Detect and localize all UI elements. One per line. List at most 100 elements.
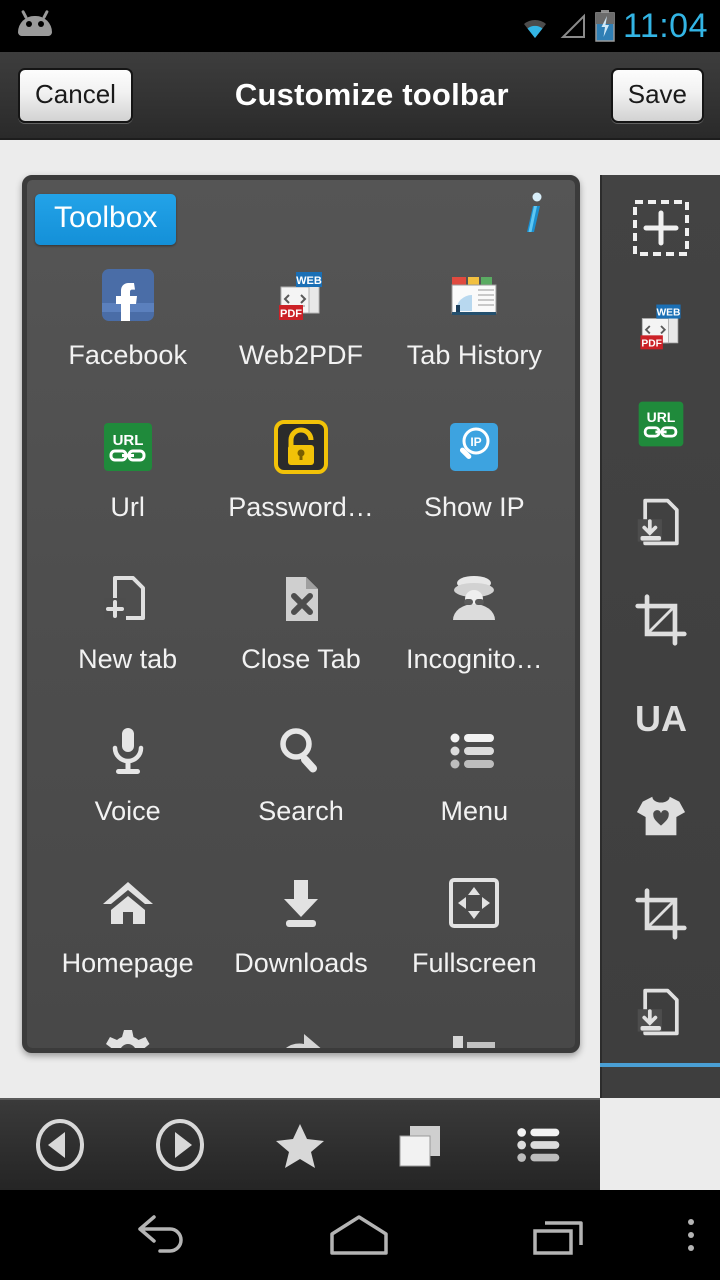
toolbox-item-label: Web2PDF bbox=[238, 340, 364, 370]
menu-list-icon bbox=[512, 1117, 568, 1173]
toolbox-item-label: Facebook bbox=[68, 340, 187, 370]
ua-icon: UA bbox=[632, 695, 690, 741]
bar-list-icon bbox=[441, 1022, 507, 1048]
sidebar-item-url[interactable]: URL bbox=[625, 393, 697, 455]
show-ip-icon: IP bbox=[441, 414, 507, 480]
tabs-button[interactable] bbox=[375, 1110, 465, 1180]
back-circle-icon bbox=[32, 1117, 88, 1173]
toolbar-slots-sidebar: WEB PDF URL UA bbox=[600, 175, 720, 1098]
toolbox-item-label: Tab History bbox=[406, 340, 542, 370]
toolbox-item-label: Menu bbox=[440, 796, 509, 826]
incognito-icon bbox=[441, 566, 507, 632]
sidebar-item-tshirt[interactable] bbox=[625, 785, 697, 847]
content-area: Toolbox Facebook WEB PDF Web2PDF Tab His… bbox=[0, 140, 720, 1098]
toolbox-item-share[interactable] bbox=[214, 1010, 387, 1048]
sidebar-item-web2pdf[interactable]: WEB PDF bbox=[625, 295, 697, 357]
sidebar-item-save-page-2[interactable] bbox=[625, 981, 697, 1043]
new-tab-icon bbox=[95, 566, 161, 632]
share-icon bbox=[268, 1022, 334, 1048]
forward-button[interactable] bbox=[135, 1110, 225, 1180]
toolbox-item-show-ip[interactable]: IP Show IP bbox=[388, 402, 561, 554]
toolbox-tab[interactable]: Toolbox bbox=[35, 194, 177, 245]
toolbox-item-tab-history[interactable]: Tab History bbox=[388, 250, 561, 402]
toolbox-item-incognito[interactable]: Incognito… bbox=[388, 554, 561, 706]
toolbox-item-bar-list[interactable] bbox=[388, 1010, 561, 1048]
save-page-icon bbox=[634, 495, 688, 549]
nav-overflow-button[interactable] bbox=[663, 1200, 720, 1270]
toolbox-item-facebook[interactable]: Facebook bbox=[41, 250, 214, 402]
tab-history-icon bbox=[441, 262, 507, 328]
save-button[interactable]: Save bbox=[610, 67, 704, 123]
padlock-icon bbox=[268, 414, 334, 480]
signal-icon bbox=[560, 13, 585, 38]
url-icon: URL bbox=[634, 397, 688, 451]
toolbox-item-label: Show IP bbox=[424, 492, 525, 522]
toolbox-item-settings[interactable] bbox=[41, 1010, 214, 1048]
toolbox-item-label: Incognito… bbox=[406, 644, 543, 674]
sidebar-item-crop-2[interactable] bbox=[625, 883, 697, 945]
status-bar: 11:04 bbox=[0, 0, 720, 52]
status-clock: 11:04 bbox=[622, 7, 708, 45]
svg-text:URL: URL bbox=[647, 409, 676, 425]
nav-recents-button[interactable] bbox=[517, 1200, 603, 1270]
nav-back-icon bbox=[132, 1211, 194, 1259]
toolbox-item-label: Downloads bbox=[234, 948, 368, 978]
toolbox-item-label: Voice bbox=[94, 796, 161, 826]
cancel-button[interactable]: Cancel bbox=[18, 67, 133, 123]
toolbox-item-fullscreen[interactable]: Fullscreen bbox=[388, 858, 561, 1010]
info-icon[interactable] bbox=[513, 190, 553, 240]
svg-text:WEB: WEB bbox=[657, 308, 681, 319]
forward-circle-icon bbox=[152, 1117, 208, 1173]
star-icon bbox=[272, 1117, 328, 1173]
toolbox-grid: Facebook WEB PDF Web2PDF Tab History URL… bbox=[27, 250, 575, 1048]
sidebar-item-save-page[interactable] bbox=[625, 491, 697, 553]
toolbox-item-label: Close Tab bbox=[241, 644, 361, 674]
toolbox-item-voice[interactable]: Voice bbox=[41, 706, 214, 858]
svg-text:IP: IP bbox=[471, 435, 482, 449]
bookmark-button[interactable] bbox=[255, 1110, 345, 1180]
svg-text:URL: URL bbox=[112, 432, 143, 449]
sidebar-item-add[interactable] bbox=[625, 197, 697, 259]
toolbox-item-label: Url bbox=[110, 492, 145, 522]
nav-recents-icon bbox=[529, 1211, 591, 1259]
nav-home-button[interactable] bbox=[316, 1200, 402, 1270]
toolbox-item-web2pdf[interactable]: WEB PDF Web2PDF bbox=[214, 250, 387, 402]
web2pdf-icon: WEB PDF bbox=[268, 262, 334, 328]
toolbox-item-new-tab[interactable]: New tab bbox=[41, 554, 214, 706]
sidebar-item-ua[interactable]: UA bbox=[625, 687, 697, 749]
facebook-icon bbox=[95, 262, 161, 328]
toolbox-item-homepage[interactable]: Homepage bbox=[41, 858, 214, 1010]
svg-text:UA: UA bbox=[635, 698, 687, 739]
toolbox-item-downloads[interactable]: Downloads bbox=[214, 858, 387, 1010]
toolbox-item-label: Search bbox=[258, 796, 344, 826]
svg-text:PDF: PDF bbox=[280, 308, 302, 320]
back-button[interactable] bbox=[15, 1110, 105, 1180]
menu-button[interactable] bbox=[495, 1110, 585, 1180]
toolbox-item-label: Password… bbox=[228, 492, 374, 522]
toolbox-item-menu[interactable]: Menu bbox=[388, 706, 561, 858]
web2pdf-icon: WEB PDF bbox=[633, 298, 689, 354]
download-icon bbox=[268, 870, 334, 936]
wifi-icon bbox=[523, 19, 546, 38]
nav-home-icon bbox=[324, 1211, 394, 1259]
url-icon: URL bbox=[95, 414, 161, 480]
toolbox-item-url[interactable]: URL Url bbox=[41, 402, 214, 554]
tshirt-heart-icon bbox=[633, 791, 689, 841]
toolbox-item-password[interactable]: Password… bbox=[214, 402, 387, 554]
toolbox-item-label: Fullscreen bbox=[412, 948, 537, 978]
tabs-icon bbox=[392, 1117, 448, 1173]
sidebar-item-crop-1[interactable] bbox=[625, 589, 697, 651]
nav-back-button[interactable] bbox=[120, 1200, 206, 1270]
microphone-icon bbox=[95, 718, 161, 784]
battery-charging-icon bbox=[595, 10, 615, 42]
toolbox-item-close-tab[interactable]: Close Tab bbox=[214, 554, 387, 706]
sidebar-divider bbox=[600, 1063, 720, 1067]
list-menu-icon bbox=[441, 718, 507, 784]
toolbox-item-label: Homepage bbox=[61, 948, 194, 978]
fullscreen-icon bbox=[441, 870, 507, 936]
svg-text:PDF: PDF bbox=[641, 339, 662, 350]
add-dashed-icon bbox=[630, 197, 692, 259]
nav-overflow-icon bbox=[681, 1211, 701, 1259]
toolbox-item-search[interactable]: Search bbox=[214, 706, 387, 858]
crop-icon bbox=[634, 593, 688, 647]
